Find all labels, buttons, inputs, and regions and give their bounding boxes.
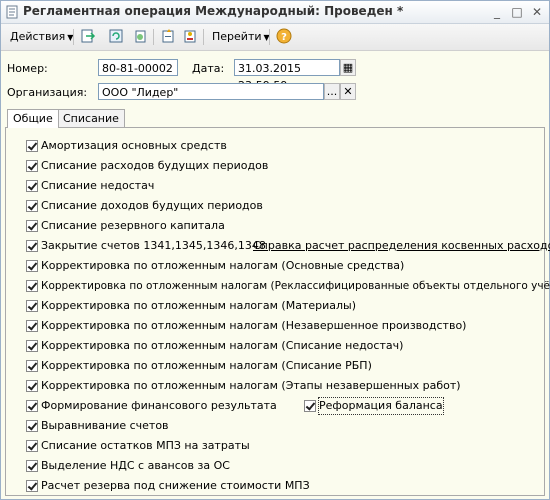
document-icon: [6, 5, 18, 19]
checkbox[interactable]: [26, 340, 38, 352]
checkbox-label: Списание доходов будущих периодов: [41, 199, 263, 212]
checkbox[interactable]: [26, 160, 38, 172]
document-window: Регламентная операция Международный: Про…: [0, 0, 550, 500]
checkbox-label: Расчет резерва под снижение стоимости МП…: [41, 479, 310, 492]
checkbox-label: Списание расходов будущих периодов: [41, 159, 269, 172]
maximize-button[interactable]: □: [509, 4, 525, 20]
checkbox-label: Корректировка по отложенным налогам (Нез…: [41, 319, 467, 332]
checkbox-label: Корректировка по отложенным налогам (Спи…: [41, 359, 372, 372]
checkbox-label: Корректировка по отложенным налогам (Спи…: [41, 339, 404, 352]
actions-label: Действия: [10, 30, 66, 43]
checkbox-label: Списание остатков МПЗ на затраты: [41, 439, 250, 452]
tab-general[interactable]: Общие: [7, 109, 59, 128]
checkbox-label: Корректировка по отложенным налогам (Мат…: [41, 299, 356, 312]
toolbar-separator: [203, 29, 204, 45]
checkbox[interactable]: [26, 220, 38, 232]
toolbar-separator: [269, 29, 270, 45]
close-button[interactable]: ✕: [529, 4, 545, 20]
checkbox[interactable]: [304, 400, 316, 412]
date-field[interactable]: 31.03.2015 23:59:59: [234, 59, 340, 92]
checkbox[interactable]: [26, 480, 38, 492]
toolbar-separator: [153, 29, 154, 45]
calendar-icon[interactable]: ▦: [340, 59, 356, 76]
copy-document-icon[interactable]: [131, 28, 149, 46]
checkbox[interactable]: [26, 300, 38, 312]
checkbox-label: Выделение НДС с авансов за ОС: [41, 459, 230, 472]
checkbox-label: Формирование финансового результата: [41, 399, 277, 412]
date-label: Дата:: [192, 62, 225, 75]
checkbox-label: Списание резервного капитала: [41, 219, 225, 232]
title-bar: Регламентная операция Международный: Про…: [1, 1, 549, 24]
checkbox[interactable]: [26, 140, 38, 152]
toolbar-separator: [73, 29, 74, 45]
checkbox[interactable]: [26, 420, 38, 432]
actions-menu[interactable]: Действия ▼: [7, 28, 76, 46]
svg-text:?: ?: [281, 32, 287, 43]
goto-menu[interactable]: Перейти ▼: [209, 28, 273, 46]
checkbox[interactable]: [26, 400, 38, 412]
checkbox-label: Амортизация основных средств: [41, 139, 227, 152]
checkbox[interactable]: [26, 380, 38, 392]
checkbox-label: Реформация баланса: [318, 397, 444, 415]
post-document-icon[interactable]: [79, 28, 97, 46]
checkbox-label: Выравнивание счетов: [41, 419, 169, 432]
create-based-on-icon[interactable]: [159, 28, 177, 46]
help-icon[interactable]: ?: [275, 28, 293, 46]
movements-icon[interactable]: [181, 28, 199, 46]
checkbox[interactable]: [26, 360, 38, 372]
select-button[interactable]: ...: [324, 83, 340, 100]
clear-icon[interactable]: ✕: [340, 83, 356, 100]
checkbox[interactable]: [26, 460, 38, 472]
checkbox[interactable]: [26, 240, 38, 252]
checkbox[interactable]: [26, 260, 38, 272]
checkbox[interactable]: [26, 180, 38, 192]
indirect-costs-report-link[interactable]: Справка расчет распределения косвенных р…: [253, 238, 550, 254]
checkbox-label: Корректировка по отложенным налогам (Осн…: [41, 259, 405, 272]
checkbox-label: Корректировка по отложенным налогам (Эта…: [41, 379, 461, 392]
window-title: Регламентная операция Международный: Про…: [23, 4, 404, 18]
checkbox[interactable]: [26, 280, 38, 292]
toolbar: Действия ▼ Перейти ▼ ?: [1, 24, 549, 51]
number-label: Номер:: [7, 62, 48, 75]
checkbox[interactable]: [26, 200, 38, 212]
checkbox-label: Списание недостач: [41, 179, 155, 192]
minimize-button[interactable]: _: [489, 4, 505, 20]
organization-field[interactable]: ООО "Лидер": [98, 83, 324, 100]
goto-label: Перейти: [212, 30, 262, 43]
checkbox[interactable]: [26, 440, 38, 452]
checkbox-label: Корректировка по отложенным налогам (Рек…: [41, 280, 550, 292]
checkbox[interactable]: [26, 320, 38, 332]
general-tab-panel: Амортизация основных средств Списание ра…: [5, 127, 550, 496]
organization-label: Организация:: [7, 86, 88, 99]
tab-rbp-writeoff[interactable]: Списание РБП: [57, 109, 125, 142]
number-field[interactable]: 80-81-00002: [98, 59, 178, 76]
refresh-document-icon[interactable]: [107, 28, 125, 46]
checkbox-label: Закрытие счетов 1341,1345,1346,1348: [41, 239, 266, 252]
